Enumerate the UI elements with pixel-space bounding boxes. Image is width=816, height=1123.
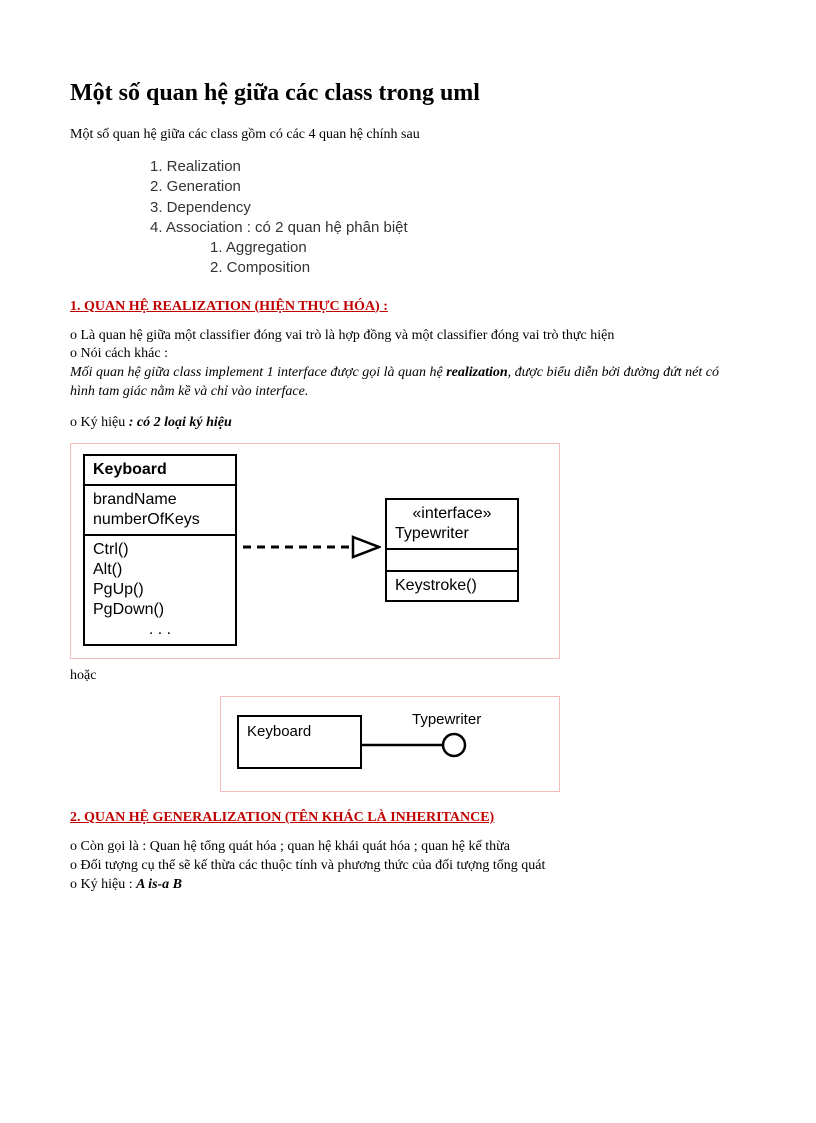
figure-realization-lollipop: Keyboard Typewriter bbox=[220, 696, 560, 792]
text-span-bolditalic: : có 2 loại ký hiệu bbox=[129, 415, 232, 430]
realization-arrow bbox=[237, 527, 385, 572]
class-operations: Ctrl() Alt() PgUp() PgDown() . . . bbox=[85, 536, 235, 644]
list-item: 2. Generation bbox=[150, 177, 746, 197]
interface-empty-section bbox=[387, 550, 517, 572]
section-1-para: o Ký hiệu : có 2 loại ký hiệu bbox=[70, 414, 746, 433]
page-title: Một số quan hệ giữa các class trong uml bbox=[70, 80, 746, 107]
text-span: o Ký hiệu : bbox=[70, 877, 136, 892]
text-span: Mối quan hệ giữa class implement 1 inter… bbox=[70, 365, 446, 380]
text-span: o Ký hiệu bbox=[70, 415, 129, 430]
figure-realization-dashed: Keyboard brandName numberOfKeys Ctrl() A… bbox=[70, 443, 560, 659]
class-name: Keyboard bbox=[85, 456, 235, 486]
class-op: PgDown() bbox=[93, 600, 227, 620]
section-1-para: o Là quan hệ giữa một classifier đóng va… bbox=[70, 327, 746, 346]
class-attributes: brandName numberOfKeys bbox=[85, 486, 235, 536]
class-op: Alt() bbox=[93, 560, 227, 580]
document-page: Một số quan hệ giữa các class trong uml … bbox=[0, 0, 816, 955]
list-item: 1. Realization bbox=[150, 157, 746, 177]
interface-op: Keystroke() bbox=[395, 576, 509, 596]
uml-interface-typewriter: «interface» Typewriter Keystroke() bbox=[385, 498, 519, 602]
section-1-para: o Nói cách khác : bbox=[70, 345, 746, 364]
uml-class-keyboard: Keyboard brandName numberOfKeys Ctrl() A… bbox=[83, 454, 237, 646]
list-item: 4. Association : có 2 quan hệ phân biệt bbox=[150, 218, 746, 238]
section-2-para: o Đối tượng cụ thể sẽ kế thừa các thuộc … bbox=[70, 857, 746, 876]
intro-text: Một số quan hệ giữa các class gồm có các… bbox=[70, 127, 746, 143]
or-label: hoặc bbox=[70, 667, 746, 686]
relation-list: 1. Realization 2. Generation 3. Dependen… bbox=[150, 157, 746, 279]
class-name: Keyboard bbox=[247, 723, 311, 740]
interface-operations: Keystroke() bbox=[387, 572, 517, 600]
isa-label: A is-a B bbox=[136, 877, 182, 892]
interface-name-label: Typewriter bbox=[412, 711, 481, 728]
class-attr: numberOfKeys bbox=[93, 510, 227, 530]
section-2-para: o Ký hiệu : A is-a B bbox=[70, 876, 746, 895]
list-item: 3. Dependency bbox=[150, 198, 746, 218]
interface-header: «interface» Typewriter bbox=[387, 500, 517, 550]
section-1-heading: 1. QUAN HỆ REALIZATION (HIỆN THỰC HÓA) : bbox=[70, 299, 746, 315]
realization-keyword: realization bbox=[446, 365, 507, 380]
interface-name: Typewriter bbox=[395, 524, 509, 544]
class-op: PgUp() bbox=[93, 580, 227, 600]
section-2-para: o Còn gọi là : Quan hệ tổng quát hóa ; q… bbox=[70, 838, 746, 857]
uml-class-keyboard-simple: Keyboard bbox=[237, 715, 362, 769]
sublist-item: 1. Aggregation bbox=[210, 238, 746, 258]
class-op: . . . bbox=[93, 620, 227, 640]
class-op: Ctrl() bbox=[93, 540, 227, 560]
section-1-para-italic: Mối quan hệ giữa class implement 1 inter… bbox=[70, 364, 746, 402]
section-2-heading: 2. QUAN HỆ GENERALIZATION (TÊN KHÁC LÀ I… bbox=[70, 810, 746, 826]
sublist-item: 2. Composition bbox=[210, 258, 746, 278]
stereotype-label: «interface» bbox=[395, 504, 509, 524]
class-attr: brandName bbox=[93, 490, 227, 510]
